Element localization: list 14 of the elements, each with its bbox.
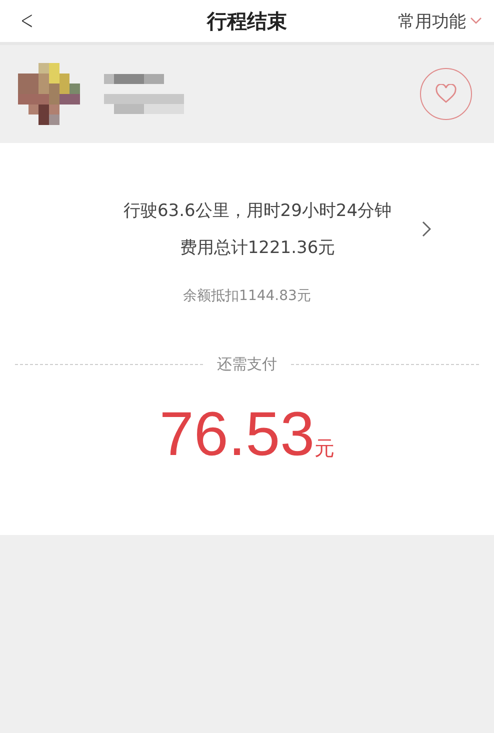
balance-deduction: 余额抵扣1144.83元 [183, 287, 311, 305]
favorite-button[interactable] [420, 68, 472, 120]
amount-due-label: 还需支付 [217, 355, 277, 374]
page-title: 行程结束 [207, 8, 287, 34]
trip-details-link[interactable]: 行驶63.6公里，用时29小时24分钟 费用总计1221.36元 [63, 199, 431, 259]
menu-dropdown[interactable]: 常用功能 [398, 10, 482, 32]
heart-icon [435, 84, 457, 104]
fare-total: 费用总计1221.36元 [180, 237, 336, 259]
currency-unit: 元 [314, 435, 335, 462]
chevron-right-icon [422, 221, 431, 237]
chevron-down-icon [470, 17, 482, 25]
back-button[interactable]: < [20, 8, 34, 34]
amount-due: 76.53 [159, 404, 315, 466]
trip-summary: 行驶63.6公里，用时29小时24分钟 [123, 200, 392, 222]
